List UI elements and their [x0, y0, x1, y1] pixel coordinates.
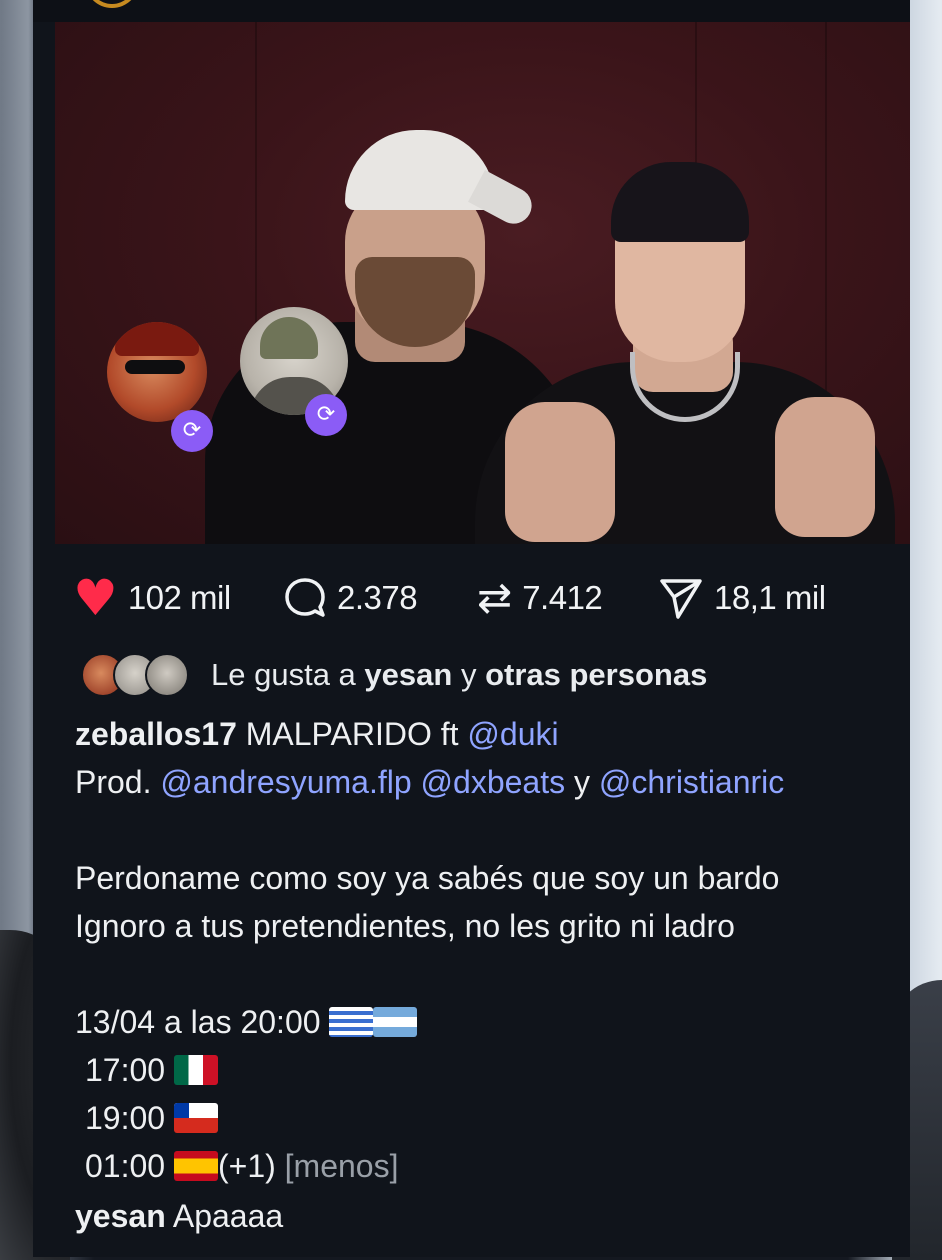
liked-by-row[interactable]: Le gusta a yesan y otras personas	[81, 652, 707, 698]
chile-flag-icon	[173, 1103, 218, 1133]
liked-by-user[interactable]: yesan	[364, 657, 452, 692]
repost-arrows-icon: ⇄	[477, 573, 513, 622]
send-icon	[660, 579, 702, 619]
liked-by-prefix: Le gusta a	[211, 657, 356, 692]
schedule-line: 17:00	[75, 1046, 910, 1094]
mention-link[interactable]: @andresyuma.flp	[160, 764, 411, 800]
less-link[interactable]: [menos]	[285, 1148, 399, 1184]
liked-by-text: Le gusta a yesan y otras personas	[211, 657, 707, 693]
caption-line: Prod. @andresyuma.flp @dxbeats y @christ…	[75, 758, 910, 806]
schedule-suffix: (+1)	[217, 1148, 276, 1184]
mention-link[interactable]: @christianric	[599, 764, 784, 800]
comment-icon	[285, 578, 325, 617]
uruguay-flag-icon	[329, 1007, 374, 1037]
repost-count: 7.412	[522, 579, 603, 616]
share-count: 18,1 mil	[714, 579, 826, 616]
liked-by-connector: y	[460, 657, 477, 692]
caption-line: zeballos17 MALPARIDO ft @duki	[75, 710, 910, 758]
heart-icon: ♥	[73, 569, 118, 627]
repost-button[interactable]: ⇄ 7.412	[477, 568, 603, 628]
post-caption: zeballos17 MALPARIDO ft @duki Prod. @and…	[75, 710, 910, 1240]
lyric-line: Perdoname como soy ya sabés que soy un b…	[75, 860, 780, 896]
schedule-line: 19:00	[75, 1094, 910, 1142]
comment-button[interactable]: 2.378	[283, 568, 418, 628]
caption-title: MALPARIDO ft	[245, 716, 459, 752]
top-comment: yesan Apaaaa	[75, 1192, 910, 1240]
caption-gap	[75, 950, 910, 998]
schedule-time: 17:00	[85, 1052, 166, 1088]
repost-icon: ⟳	[305, 394, 347, 436]
mention-link[interactable]: @dxbeats	[421, 764, 566, 800]
avatar-hair	[115, 322, 199, 356]
comment-username[interactable]: yesan	[75, 1198, 166, 1234]
person-right-hand-left	[505, 402, 615, 542]
schedule-line: 01:00 (+1) [menos]	[75, 1142, 910, 1190]
author-avatar[interactable]	[85, 0, 139, 8]
repost-icon: ⟳	[171, 410, 213, 452]
mention-link[interactable]: @duki	[467, 716, 558, 752]
and-word: y	[573, 764, 590, 800]
schedule-line: 13/04 a las 20:00	[75, 998, 910, 1046]
post-header	[33, 0, 910, 22]
author-username[interactable]: zeballos17	[75, 716, 237, 752]
caption-gap	[75, 806, 910, 854]
engagement-bar: ♥ 102 mil 2.378 ⇄ 7.412 18,1 mil	[33, 568, 910, 628]
mexico-flag-icon	[173, 1055, 218, 1085]
argentina-flag-icon	[373, 1007, 418, 1037]
comment-text: Apaaaa	[172, 1198, 284, 1234]
schedule-time: 01:00	[85, 1148, 166, 1184]
share-button[interactable]: 18,1 mil	[658, 568, 826, 628]
liked-by-others[interactable]: otras personas	[485, 657, 707, 692]
comment-count: 2.378	[337, 579, 418, 616]
post-card: ⟳ ⟳ ♥ 102 mil 2.378 ⇄ 7.412 18,1 mil Le …	[33, 0, 910, 1257]
person-right-hand-right	[775, 397, 875, 537]
avatar-glasses	[125, 360, 185, 374]
lyric-line: Ignoro a tus pretendientes, no les grito…	[75, 908, 735, 944]
liker-avatar	[145, 653, 189, 697]
schedule-main: 13/04 a las 20:00	[75, 1004, 321, 1040]
reposter-avatar-1[interactable]	[107, 322, 207, 422]
like-button[interactable]: ♥ 102 mil	[73, 568, 231, 628]
spain-flag-icon	[173, 1151, 218, 1181]
like-count: 102 mil	[127, 579, 231, 616]
schedule-time: 19:00	[85, 1100, 166, 1136]
avatar-beanie	[260, 317, 318, 359]
post-image[interactable]	[55, 22, 910, 544]
prod-label: Prod.	[75, 764, 152, 800]
person-right-hair	[611, 162, 749, 242]
